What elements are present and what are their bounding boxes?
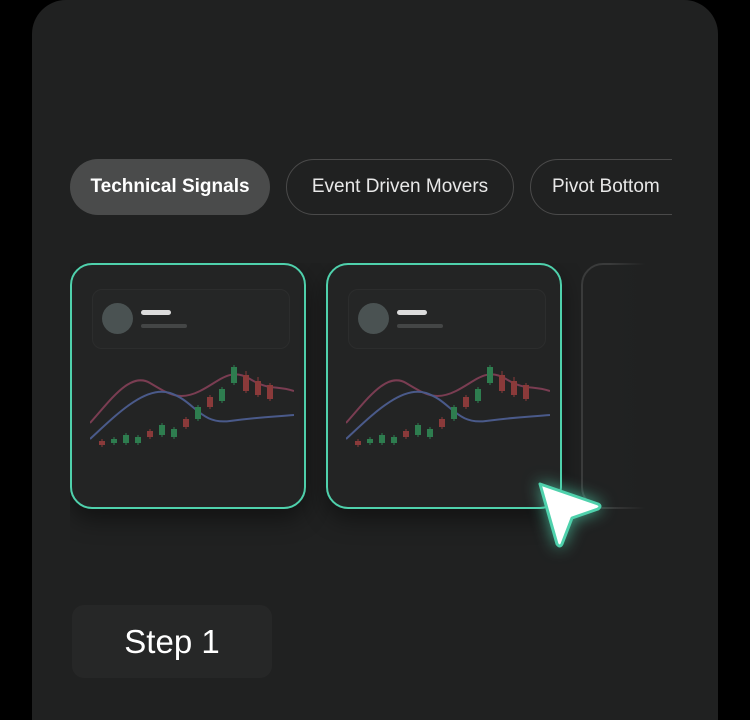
candle-body [99, 441, 105, 445]
trend-line-red [346, 373, 550, 424]
subtitle-placeholder [141, 324, 187, 328]
candle-body [523, 385, 529, 399]
candle-body [391, 437, 397, 443]
card-header [348, 289, 546, 349]
candle-body [379, 435, 385, 443]
candle-body [159, 425, 165, 435]
trend-line-blue [90, 390, 294, 440]
signal-card[interactable] [326, 263, 562, 509]
title-placeholder [141, 310, 171, 315]
candle-body [147, 431, 153, 437]
tab-pivot-bottom[interactable]: Pivot Bottom [530, 159, 672, 215]
tab-event-driven-movers[interactable]: Event Driven Movers [286, 159, 514, 215]
candle-body [123, 435, 129, 443]
candlestick-chart-icon [346, 365, 550, 447]
candle-body [171, 429, 177, 437]
candle-body [267, 385, 273, 399]
signal-card-partial[interactable] [581, 263, 660, 509]
step-indicator: Step 1 [72, 605, 272, 678]
candle-body [511, 381, 517, 395]
candle-body [207, 397, 213, 407]
signal-card[interactable] [70, 263, 306, 509]
candle-body [243, 375, 249, 391]
candle-body [355, 441, 361, 445]
candle-body [499, 375, 505, 391]
avatar [358, 303, 389, 334]
candle-body [475, 389, 481, 401]
candle-body [255, 381, 261, 395]
candle-body [439, 419, 445, 427]
candle-body [451, 407, 457, 419]
workflow-panel: Technical Signals Event Driven Movers Pi… [32, 0, 718, 720]
subtitle-placeholder [397, 324, 443, 328]
category-tabs: Technical Signals Event Driven Movers Pi… [70, 159, 672, 215]
candle-body [111, 439, 117, 443]
candle-body [367, 439, 373, 443]
title-placeholder [397, 310, 427, 315]
candlestick-chart-icon [90, 365, 294, 447]
card-header [92, 289, 290, 349]
candle-body [231, 367, 237, 383]
trend-line-blue [346, 390, 550, 440]
candle-body [463, 397, 469, 407]
candle-body [415, 425, 421, 435]
candle-body [219, 389, 225, 401]
candle-body [403, 431, 409, 437]
avatar [102, 303, 133, 334]
tab-technical-signals[interactable]: Technical Signals [70, 159, 270, 215]
pointer-arrow-icon [538, 482, 602, 548]
candle-body [135, 437, 141, 443]
trend-line-red [90, 373, 294, 424]
candle-body [195, 407, 201, 419]
candle-body [487, 367, 493, 383]
candle-body [427, 429, 433, 437]
candle-body [183, 419, 189, 427]
